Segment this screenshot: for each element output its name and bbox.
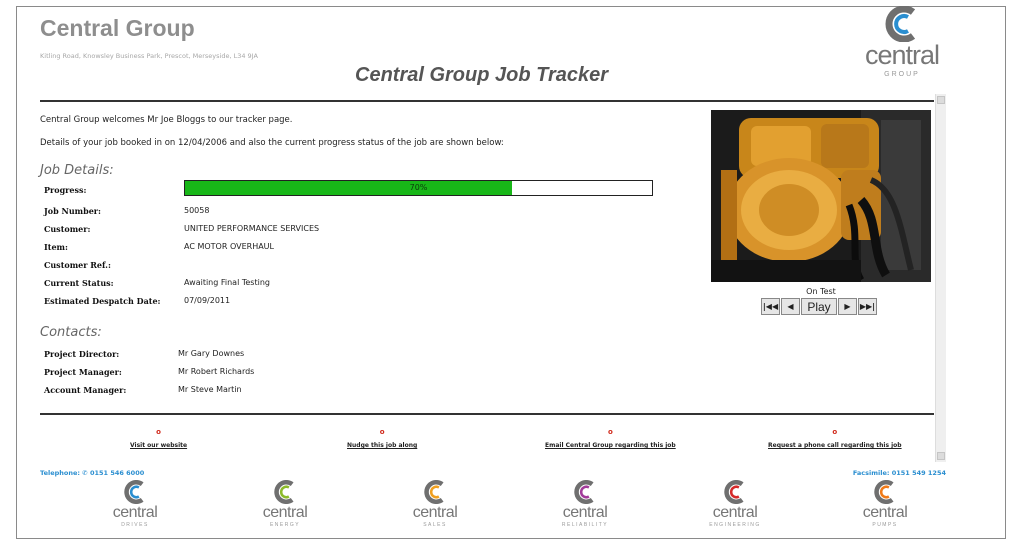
logo-subtitle: GROUP: [884, 71, 920, 78]
division-word: central: [112, 504, 158, 521]
current-status-label: Current Status:: [44, 278, 114, 288]
contacts-heading: Contacts:: [40, 325, 102, 340]
action-marker-icon: o: [379, 428, 385, 436]
division-logo-energy: central ENERGY: [245, 480, 325, 528]
footer-divider: [40, 413, 934, 415]
slideshow-controls: |◀◀ ◀ Play ▶ ▶▶|: [761, 298, 878, 315]
step-back-icon: ◀: [787, 302, 794, 311]
last-slide-button[interactable]: ▶▶|: [858, 298, 877, 315]
central-reliability-logo-icon: [574, 480, 594, 504]
division-word: central: [862, 504, 908, 521]
progress-label: Progress:: [44, 185, 87, 195]
previous-slide-button[interactable]: ◀: [781, 298, 800, 315]
project-director-value: Mr Gary Downes: [178, 349, 245, 358]
division-name: RELIABILITY: [561, 522, 609, 528]
despatch-date-value: 07/09/2011: [184, 296, 231, 305]
despatch-date-label: Estimated Despatch Date:: [44, 296, 161, 306]
division-name: ENERGY: [269, 522, 301, 528]
vertical-scrollbar[interactable]: [935, 94, 946, 462]
header-divider: [40, 100, 934, 102]
job-photo: [711, 110, 931, 282]
motor-photo-image: [711, 110, 931, 282]
progress-bar: 70%: [184, 180, 653, 196]
scroll-down-arrow[interactable]: [937, 452, 945, 460]
action-visit-website[interactable]: o Visit our website: [130, 428, 187, 449]
action-marker-icon: o: [156, 428, 161, 436]
division-word: central: [262, 504, 308, 521]
job-number-label: Job Number:: [44, 206, 101, 216]
division-name: PUMPS: [872, 522, 898, 528]
division-logo-engineering: central ENGINEERING: [695, 480, 775, 528]
company-name: Central Group: [40, 15, 195, 41]
central-group-logo: central GROUP: [852, 6, 952, 78]
central-pumps-logo-icon: [874, 480, 894, 504]
division-logo-sales: central SALES: [395, 480, 475, 528]
step-forward-icon: ▶: [844, 302, 851, 311]
current-status-value: Awaiting Final Testing: [184, 278, 270, 287]
central-energy-logo-icon: [274, 480, 294, 504]
central-sales-logo-icon: [424, 480, 444, 504]
central-c-logo-icon: [885, 6, 916, 42]
division-word: central: [412, 504, 458, 521]
action-links: o Visit our website o Nudge this job alo…: [40, 428, 934, 458]
account-manager-value: Mr Steve Martin: [178, 385, 242, 394]
customer-label: Customer:: [44, 224, 91, 234]
job-intro-text: Details of your job booked in on 12/04/2…: [40, 138, 504, 148]
page-title: Central Group Job Tracker: [355, 64, 609, 86]
central-drives-logo-icon: [124, 480, 144, 504]
account-manager-label: Account Manager:: [44, 385, 127, 395]
division-logo-reliability: central RELIABILITY: [545, 480, 625, 528]
division-name: ENGINEERING: [709, 522, 761, 528]
nudge-job-link[interactable]: Nudge this job along: [347, 442, 417, 449]
project-manager-value: Mr Robert Richards: [178, 367, 255, 376]
logo-word: central: [864, 40, 940, 70]
action-nudge-job[interactable]: o Nudge this job along: [347, 428, 417, 449]
job-number-value: 50058: [184, 206, 210, 215]
welcome-message: Central Group welcomes Mr Joe Bloggs to …: [40, 115, 293, 125]
customer-value: UNITED PERFORMANCE SERVICES: [184, 224, 320, 233]
photo-caption: On Test: [806, 287, 836, 296]
project-director-label: Project Director:: [44, 349, 120, 359]
skip-last-icon: ▶▶|: [859, 302, 876, 311]
division-word: central: [562, 504, 608, 521]
first-slide-button[interactable]: |◀◀: [761, 298, 780, 315]
progress-percent: 70%: [409, 183, 428, 192]
division-word: central: [712, 504, 758, 521]
action-email[interactable]: o Email Central Group regarding this job: [545, 428, 676, 449]
telephone-number: Telephone: ✆ 0151 546 6000: [40, 469, 145, 477]
scroll-up-arrow[interactable]: [937, 96, 945, 104]
action-marker-icon: o: [832, 428, 838, 436]
division-name: SALES: [423, 522, 447, 528]
company-address: Kitling Road, Knowsley Business Park, Pr…: [40, 52, 258, 60]
action-phone-call[interactable]: o Request a phone call regarding this jo…: [768, 428, 902, 449]
item-label: Item:: [44, 242, 68, 252]
division-name: DRIVES: [121, 522, 149, 528]
facsimile-number: Facsimile: 0151 549 1254: [852, 469, 946, 477]
item-value: AC MOTOR OVERHAUL: [184, 242, 274, 251]
phone-call-link[interactable]: Request a phone call regarding this job: [768, 442, 902, 449]
customer-ref-label: Customer Ref.:: [44, 260, 111, 270]
project-manager-label: Project Manager:: [44, 367, 122, 377]
skip-first-icon: |◀◀: [762, 302, 779, 311]
central-engineering-logo-icon: [724, 480, 744, 504]
next-slide-button[interactable]: ▶: [838, 298, 857, 315]
division-logo-drives: central DRIVES: [95, 480, 175, 528]
visit-website-link[interactable]: Visit our website: [130, 442, 187, 449]
play-button[interactable]: Play: [801, 298, 837, 315]
division-logo-pumps: central PUMPS: [845, 480, 925, 528]
job-details-heading: Job Details:: [40, 163, 114, 178]
action-marker-icon: o: [607, 428, 613, 436]
email-link[interactable]: Email Central Group regarding this job: [545, 442, 676, 449]
